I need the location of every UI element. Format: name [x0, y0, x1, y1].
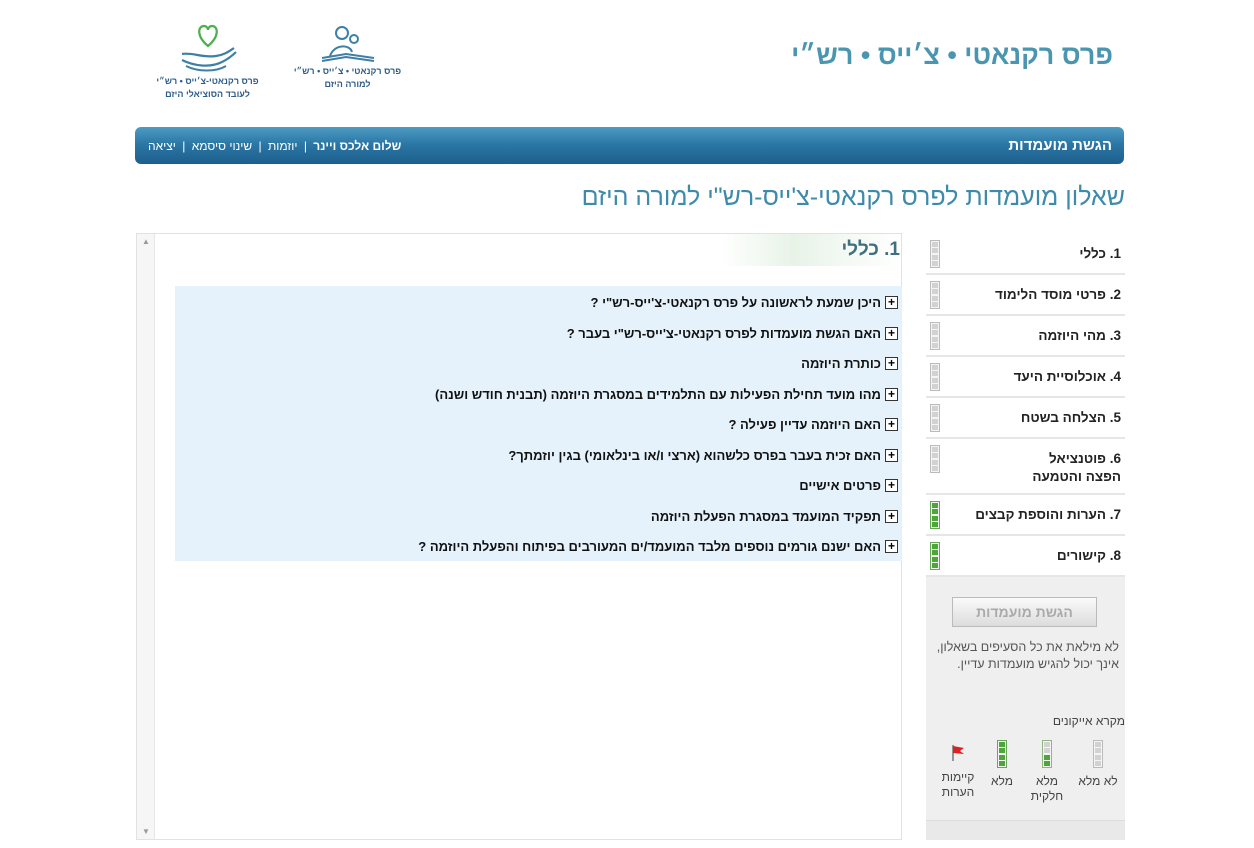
- scroll-down-icon[interactable]: ▼: [142, 827, 150, 836]
- legend-label: לא מלא: [1078, 774, 1118, 788]
- question-label: האם זכית בעבר בפרס כלשהוא (ארצי ו/או בינ…: [508, 447, 881, 463]
- legend-label: מלא חלקית: [1030, 774, 1064, 803]
- nav-separator: |: [303, 139, 307, 153]
- question-item[interactable]: + כותרת היוזמה: [801, 352, 898, 374]
- sidebar-item-label: 5. הצלחה בשטח: [1020, 410, 1121, 425]
- question-item[interactable]: + האם ישנם גורמים נוספים מלבד המועמד/ים …: [418, 535, 898, 557]
- nav-separator: |: [182, 139, 186, 153]
- top-navbar: הגשת מועמדות שלום אלכס ויינר | יוזמות | …: [135, 127, 1124, 164]
- expand-plus-icon[interactable]: +: [885, 326, 898, 340]
- sidebar-item-label: 6. פוטנציאל הפצה והטמעה: [1032, 451, 1121, 484]
- section-title: 1. כללי: [841, 239, 900, 260]
- scroll-up-icon[interactable]: ▲: [142, 237, 150, 246]
- nav-separator: |: [258, 139, 262, 153]
- expand-plus-icon[interactable]: +: [885, 509, 898, 523]
- questionnaire-panel: ▲ ▼ 1. כללי + היכן שמעת לראשונה על פרס ר…: [136, 233, 902, 840]
- sidebar-item-initiative[interactable]: 3. מהי היוזמה: [926, 316, 1125, 357]
- logo-social-worker-prize[interactable]: פרס רקנאטי-צ׳ייס • רש״י לעובד הסוציאלי ה…: [145, 22, 270, 100]
- question-item[interactable]: + האם הגשת מועמדות לפרס רקנאטי-צ'ייס-רש"…: [567, 322, 898, 344]
- sidebar-item-label: 3. מהי היוזמה: [1038, 328, 1121, 343]
- sections-sidebar: 1. כללי 2. פרטי מוסד הלימוד 3. מהי היוזמ…: [926, 234, 1125, 840]
- logo-teacher-text-1: פרס רקנאטי • צ׳ייס • רש״י: [293, 66, 402, 76]
- legend-item-partial: מלא חלקית: [1024, 740, 1070, 804]
- question-item[interactable]: + מהו מועד תחילת הפעילות עם התלמידים במס…: [435, 383, 898, 405]
- question-item[interactable]: + האם זכית בעבר בפרס כלשהוא (ארצי ו/או ב…: [508, 444, 898, 466]
- sidebar-item-label: 8. קישורים: [1056, 548, 1121, 563]
- sidebar-item-label: 4. אוכלוסיית היעד: [1013, 369, 1121, 384]
- expand-plus-icon[interactable]: +: [885, 448, 898, 462]
- empty-status-icon: [930, 322, 940, 350]
- sidebar-item-links[interactable]: 8. קישורים: [926, 536, 1125, 577]
- expand-plus-icon[interactable]: +: [885, 539, 898, 553]
- empty-status-icon: [930, 363, 940, 391]
- expand-plus-icon[interactable]: +: [885, 295, 898, 309]
- teacher-icon: [321, 26, 374, 62]
- full-status-icon: [930, 542, 940, 570]
- empty-status-icon: [930, 281, 940, 309]
- question-label: האם הגשת מועמדות לפרס רקנאטי-צ'ייס-רש"י …: [566, 325, 881, 341]
- expand-plus-icon[interactable]: +: [885, 478, 898, 492]
- empty-status-icon: [1093, 740, 1103, 768]
- sidebar-footer: [926, 820, 1125, 840]
- heart-hands-icon: [181, 24, 237, 72]
- question-item[interactable]: + תפקיד המועמד במסגרת הפעלת היוזמה: [651, 505, 898, 527]
- submit-note: לא מילאת את כל הסעיפים בשאלון, אינך יכול…: [936, 640, 1119, 671]
- nav-user-greeting: שלום אלכס ויינר: [313, 139, 402, 153]
- sidebar-item-comments-files[interactable]: 7. הערות והוספת קבצים: [926, 495, 1125, 536]
- sidebar-item-school-details[interactable]: 2. פרטי מוסד הלימוד: [926, 275, 1125, 316]
- empty-status-icon: [930, 240, 940, 268]
- expand-plus-icon[interactable]: +: [885, 356, 898, 370]
- sidebar-item-general[interactable]: 1. כללי: [926, 234, 1125, 275]
- question-label: מהו מועד תחילת הפעילות עם התלמידים במסגר…: [435, 386, 881, 402]
- empty-status-icon: [930, 445, 940, 473]
- legend-title: מקרא אייקונים: [1052, 714, 1125, 728]
- logo-teacher-prize[interactable]: פרס רקנאטי • צ׳ייס • רש״י למורה היזם: [285, 22, 410, 90]
- logo-teacher-text-2: למורה היזם: [324, 79, 371, 89]
- empty-status-icon: [930, 404, 940, 432]
- nav-links: שלום אלכס ויינר | יוזמות | שינוי סיסמא |…: [148, 139, 401, 153]
- red-flag-icon: [952, 745, 964, 761]
- nav-link-change-password[interactable]: שינוי סיסמא: [192, 139, 252, 153]
- logo-social-text-1: פרס רקנאטי-צ׳ייס • רש״י: [156, 76, 259, 86]
- full-status-icon: [997, 740, 1007, 768]
- legend-label: קיימות הערות: [941, 770, 975, 799]
- partial-status-icon: [1042, 740, 1052, 768]
- legend-item-comments: קיימות הערות: [935, 740, 981, 800]
- section-header: 1. כללי: [721, 234, 901, 266]
- nav-link-initiatives[interactable]: יוזמות: [268, 139, 298, 153]
- logo-social-text-2: לעובד הסוציאלי היזם: [165, 89, 250, 99]
- question-label: פרטים אישיים: [799, 477, 881, 493]
- sidebar-item-label: 1. כללי: [1079, 246, 1121, 261]
- sidebar-item-field-success[interactable]: 5. הצלחה בשטח: [926, 398, 1125, 439]
- legend-label: מלא: [990, 774, 1014, 788]
- vertical-scrollbar[interactable]: ▲ ▼: [137, 234, 155, 839]
- site-title: פרס רקנאטי • צ׳ייס • רש״י: [791, 40, 1113, 70]
- question-label: היכן שמעת לראשונה על פרס רקנאטי-צ'ייס-רש…: [590, 294, 881, 310]
- expand-plus-icon[interactable]: +: [885, 387, 898, 401]
- full-status-icon: [930, 501, 940, 529]
- question-label: האם ישנם גורמים נוספים מלבד המועמד/ים המ…: [418, 538, 881, 554]
- nav-link-logout[interactable]: יציאה: [148, 139, 176, 153]
- sidebar-item-target-population[interactable]: 4. אוכלוסיית היעד: [926, 357, 1125, 398]
- legend-item-empty: לא מלא: [1075, 740, 1121, 789]
- question-label: כותרת היוזמה: [801, 355, 881, 371]
- question-item[interactable]: + היכן שמעת לראשונה על פרס רקנאטי-צ'ייס-…: [591, 291, 898, 313]
- expand-plus-icon[interactable]: +: [885, 417, 898, 431]
- questions-list: + היכן שמעת לראשונה על פרס רקנאטי-צ'ייס-…: [175, 286, 902, 561]
- question-item[interactable]: + פרטים אישיים: [799, 474, 898, 496]
- question-label: תפקיד המועמד במסגרת הפעלת היוזמה: [650, 508, 881, 524]
- question-item[interactable]: + האם היוזמה עדיין פעילה ?: [728, 413, 898, 435]
- question-label: האם היוזמה עדיין פעילה ?: [728, 416, 881, 432]
- nav-title: הגשת מועמדות: [1008, 137, 1112, 154]
- sidebar-item-label: 2. פרטי מוסד הלימוד: [995, 287, 1121, 302]
- sidebar-item-label: 7. הערות והוספת קבצים: [975, 507, 1121, 522]
- sidebar-item-dissemination[interactable]: 6. פוטנציאל הפצה והטמעה: [926, 439, 1125, 495]
- page-title: שאלון מועמדות לפרס רקנאטי-צ'ייס-רש"י למו…: [581, 183, 1125, 211]
- legend-item-full: מלא: [979, 740, 1025, 789]
- submit-application-button[interactable]: הגשת מועמדות: [952, 597, 1097, 627]
